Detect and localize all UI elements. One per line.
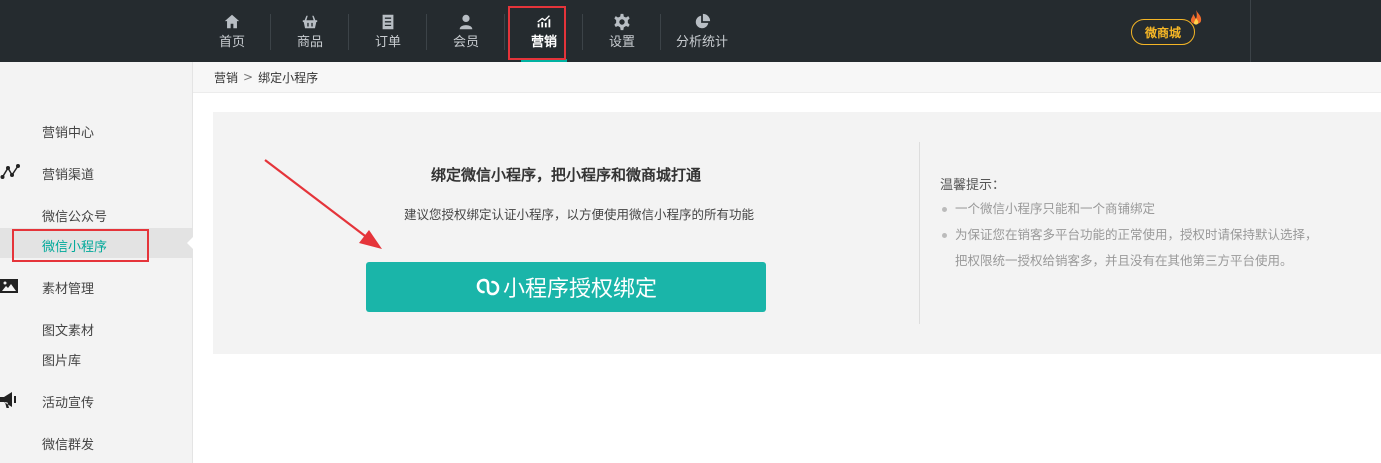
nav-item-home[interactable]: 首页: [193, 0, 271, 62]
nav-label: 设置: [608, 35, 635, 50]
annotation-arrow: [264, 159, 382, 249]
tips-title: 温馨提示：: [940, 178, 1006, 193]
topbar-divider: [1250, 0, 1251, 62]
sidebar-item-image-library[interactable]: 图片库: [42, 350, 81, 369]
image-icon: [0, 276, 20, 296]
user-icon: [456, 12, 476, 32]
sidebar-item-marketing-center[interactable]: 营销中心: [42, 122, 94, 141]
sidebar-item-wechat-broadcast[interactable]: 微信群发: [42, 434, 94, 453]
order-icon: [378, 12, 398, 32]
main-nav: 首页 商品 订单 会员 营销 设置 分析统计: [193, 0, 743, 62]
tips-list: 一个微信小程序只能和一个商铺绑定 为保证您在销客多平台功能的正常使用，授权时请保…: [940, 196, 1370, 274]
shop-badge[interactable]: 微商城: [1131, 19, 1195, 45]
tip-item: 为保证您在销客多平台功能的正常使用，授权时请保持默认选择，: [940, 222, 1370, 248]
basket-icon: [300, 12, 320, 32]
nav-label: 商品: [296, 35, 323, 50]
nav-label: 订单: [374, 35, 401, 50]
panel-divider: [919, 142, 920, 324]
nav-item-products[interactable]: 商品: [271, 0, 349, 62]
tip-item: 一个微信小程序只能和一个商铺绑定: [940, 196, 1370, 222]
sidebar: 营销中心 营销渠道 微信公众号 微信小程序 素材管理 图文素材 图片库 活动宣传…: [0, 62, 194, 463]
tip-item-continued: 把权限统一授权给销客多，并且没有在其他第三方平台使用。: [955, 253, 1293, 268]
nav-item-members[interactable]: 会员: [427, 0, 505, 62]
nav-label: 会员: [452, 35, 479, 50]
nav-item-settings[interactable]: 设置: [583, 0, 661, 62]
flame-icon: [1190, 10, 1202, 25]
top-nav-bar: 首页 商品 订单 会员 营销 设置 分析统计 微商城: [0, 0, 1381, 62]
breadcrumb-current: 绑定小程序: [258, 70, 319, 85]
nav-highlight-box: [508, 6, 566, 60]
breadcrumb: 营销 > 绑定小程序: [193, 62, 1381, 93]
sidebar-highlight-box: [12, 229, 149, 262]
bind-button-label: 小程序授权绑定: [502, 277, 657, 302]
nav-label: 分析统计: [675, 35, 728, 50]
sidebar-item-wechat-official[interactable]: 微信公众号: [42, 206, 107, 225]
gear-icon: [612, 12, 632, 32]
sidebar-item-material-management[interactable]: 素材管理: [42, 278, 94, 297]
sidebar-item-campaign[interactable]: 活动宣传: [42, 392, 94, 411]
nav-item-orders[interactable]: 订单: [349, 0, 427, 62]
channel-icon: [0, 162, 20, 182]
megaphone-icon: [0, 390, 20, 410]
nav-item-analytics[interactable]: 分析统计: [661, 0, 743, 62]
sidebar-item-marketing-channels[interactable]: 营销渠道: [42, 164, 94, 183]
miniprogram-bind-button[interactable]: 小程序授权绑定: [366, 262, 766, 312]
miniprogram-icon: [476, 278, 500, 296]
nav-label: 首页: [218, 35, 245, 50]
home-icon: [222, 12, 242, 32]
sidebar-item-article-material[interactable]: 图文素材: [42, 320, 94, 339]
breadcrumb-separator: >: [243, 70, 254, 84]
pie-icon: [692, 12, 712, 32]
breadcrumb-root[interactable]: 营销: [214, 69, 238, 86]
